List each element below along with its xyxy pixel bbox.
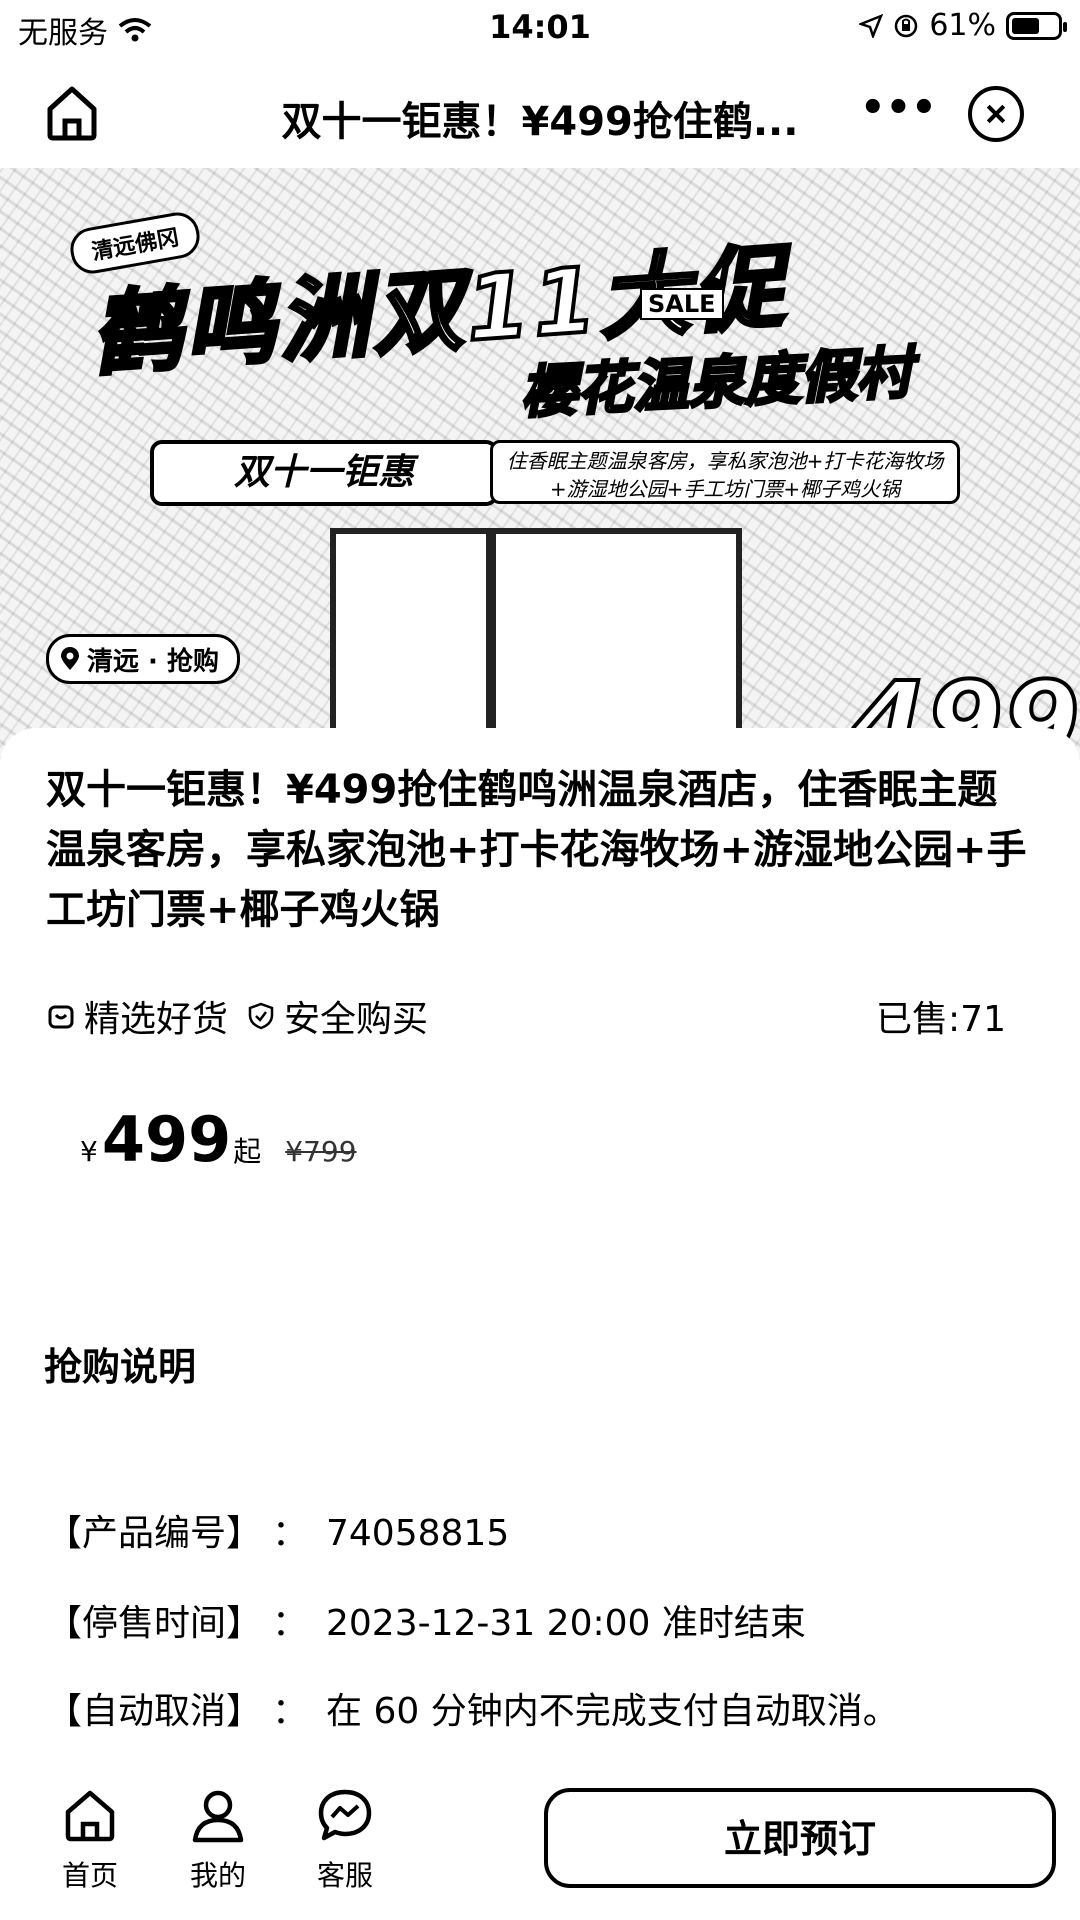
banner-location-tag: 清远 · 抢购 <box>46 634 240 684</box>
banner-location-label: 清远 · 抢购 <box>87 646 219 677</box>
status-left: 无服务 <box>18 8 152 52</box>
original-price: ¥799 <box>285 1135 357 1168</box>
tab-customer-service[interactable]: 客服 <box>295 1786 395 1894</box>
tab-mine[interactable]: 我的 <box>168 1786 268 1894</box>
battery-level <box>1012 17 1039 34</box>
price-currency: ¥ <box>80 1135 98 1168</box>
detail-separator: ： <box>272 1513 309 1554</box>
detail-separator: ： <box>272 1603 309 1644</box>
banner-features: 住香眠主题温泉客房，享私家泡池+打卡花海牧场 +游湿地公园+手工坊门票+椰子鸡火… <box>490 440 960 504</box>
battery-icon <box>1006 11 1067 40</box>
nav-bar: 双十一钜惠！¥499抢住鹤... ••• <box>0 56 1080 168</box>
hero-banner: 清远佛冈 鹤鸣洲双11大促 SALE 樱花温泉度假村 双十一钜惠 住香眠主题温泉… <box>0 168 1080 760</box>
banner-features-line2: +游湿地公园+手工坊门票+椰子鸡火锅 <box>549 477 901 501</box>
carrier-label: 无服务 <box>18 16 108 51</box>
orientation-lock-icon <box>895 14 918 37</box>
tag-selected-goods: 精选好货 <box>46 990 228 1042</box>
banner-door-graphic <box>330 528 492 760</box>
tab-customer-service-label: 客服 <box>316 1859 373 1892</box>
price-suffix: 起 <box>233 1135 262 1168</box>
tag-safe-purchase-label: 安全购买 <box>284 999 429 1040</box>
user-icon <box>192 1790 244 1843</box>
banner-sale-tag: SALE <box>640 288 724 320</box>
detail-value: 74058815 <box>326 1513 510 1554</box>
book-now-button[interactable]: 立即预订 <box>544 1788 1056 1888</box>
detail-value: 2023-12-31 20:00 准时结束 <box>326 1603 806 1644</box>
detail-label: 【产品编号】 <box>46 1513 263 1554</box>
chat-icon <box>318 1789 372 1841</box>
more-icon[interactable]: ••• <box>860 88 937 138</box>
detail-row-product-id: 【产品编号】： 74058815 <box>46 1504 509 1556</box>
product-info-card: 双十一钜惠！¥499抢住鹤鸣洲温泉酒店，住香眠主题温泉客房，享私家泡池+打卡花海… <box>0 728 1080 1768</box>
detail-row-auto-cancel: 【自动取消】： 在 60 分钟内不完成支付自动取消。 <box>46 1682 899 1734</box>
tab-home[interactable]: 首页 <box>40 1786 140 1894</box>
location-pin-icon <box>61 647 79 670</box>
wifi-icon <box>118 18 152 42</box>
banner-promo-pill: 双十一钜惠 <box>150 440 498 506</box>
tag-safe-purchase: 安全购买 <box>246 990 428 1042</box>
detail-value: 在 60 分钟内不完成支付自动取消。 <box>326 1691 899 1732</box>
home-icon[interactable] <box>40 81 104 145</box>
tag-selected-goods-label: 精选好货 <box>84 999 229 1040</box>
detail-separator: ： <box>272 1691 309 1732</box>
purchase-notes-title: 抢购说明 <box>44 1345 197 1389</box>
tab-home-label: 首页 <box>61 1859 118 1892</box>
shopping-bag-icon <box>48 1005 74 1029</box>
status-right: 61% <box>859 8 1067 43</box>
detail-label: 【自动取消】 <box>46 1691 263 1732</box>
close-icon[interactable] <box>968 86 1024 142</box>
banner-features-line1: 住香眠主题温泉客房，享私家泡池+打卡花海牧场 <box>506 449 944 473</box>
product-title: 双十一钜惠！¥499抢住鹤鸣洲温泉酒店，住香眠主题温泉客房，享私家泡池+打卡花海… <box>46 767 1027 933</box>
page-title: 双十一钜惠！¥499抢住鹤... <box>281 99 799 145</box>
status-bar: 无服务 14:01 61% <box>0 0 1080 56</box>
price-value: 499 <box>101 1103 232 1176</box>
detail-label: 【停售时间】 <box>46 1603 263 1644</box>
detail-row-stop-time: 【停售时间】： 2023-12-31 20:00 准时结束 <box>46 1594 806 1646</box>
battery-percent: 61% <box>929 8 996 43</box>
shield-check-icon <box>248 1002 274 1030</box>
location-arrow-icon <box>859 13 884 38</box>
home-icon <box>65 1790 115 1842</box>
product-tags: 精选好货 安全购买 <box>46 990 438 1042</box>
bottom-action-bar: 首页 我的 客服 立即预订 <box>0 1768 1080 1920</box>
price-row: ¥ 499 起 ¥799 <box>80 1103 357 1176</box>
banner-window-graphic <box>490 528 742 740</box>
tab-mine-label: 我的 <box>189 1859 246 1892</box>
sold-count: 已售:71 <box>876 999 1006 1040</box>
